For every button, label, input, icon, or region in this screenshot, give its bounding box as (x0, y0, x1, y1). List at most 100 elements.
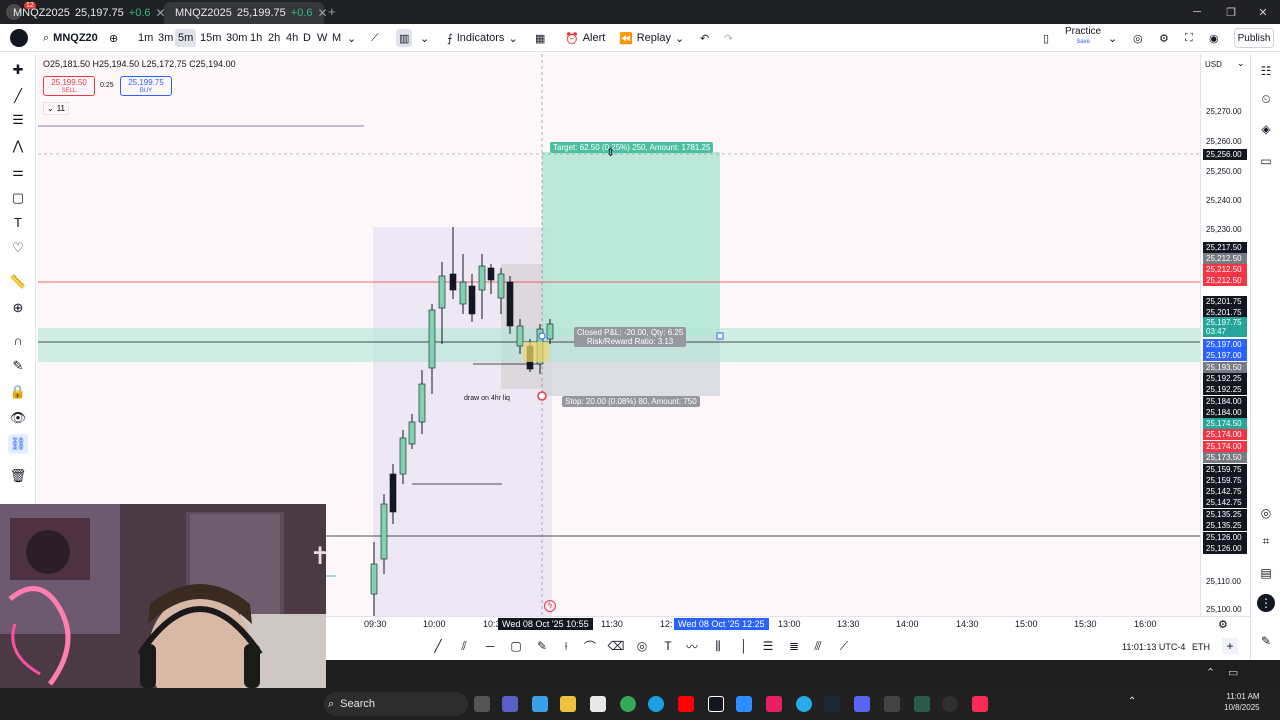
trend-line-icon[interactable]: ╱ (430, 638, 446, 654)
path-icon[interactable]: ⌒ (582, 638, 598, 654)
file-explorer-icon[interactable] (560, 696, 576, 712)
chat-icon[interactable]: ▭ (1257, 152, 1275, 170)
replay-button[interactable]: ⏪ Replay ⌄ (616, 29, 687, 47)
discord-icon[interactable] (854, 696, 870, 712)
symbol-search[interactable]: ⌕ MNQZ20 (40, 29, 101, 47)
trash-icon[interactable]: 🗑 (8, 466, 28, 486)
indicators-button[interactable]: ⨍ Indicators ⌄ (444, 29, 521, 47)
magnet-icon[interactable]: ∩ (8, 330, 28, 350)
edge-icon[interactable] (648, 696, 664, 712)
sell-button[interactable]: 25,199.50 SELL (43, 76, 95, 96)
time-axis[interactable]: 09:30 10:00 10:3 Wed 08 Oct '25 10:55 11… (326, 616, 1250, 632)
interval-dropdown-icon[interactable]: ⌄ (344, 29, 359, 47)
currency-dropdown-icon[interactable]: ⌄ (1237, 58, 1245, 69)
interval-4h[interactable]: 4h (283, 29, 301, 47)
maximize-icon[interactable]: ❐ (1214, 0, 1248, 24)
eye-icon[interactable]: 👁 (8, 408, 28, 428)
redo-icon[interactable]: ↷ (721, 29, 736, 47)
watchlist-icon[interactable]: ☷ (1257, 62, 1275, 80)
browser-tab-1[interactable]: MNQZ2025 25,197.75 +0.6 ✕ (2, 2, 166, 24)
pencil-icon[interactable]: ⟊ (558, 638, 574, 654)
brush-icon[interactable]: ✎ (534, 638, 550, 654)
task-view-icon[interactable] (474, 696, 490, 712)
snapshot-icon[interactable]: ◉ (1206, 29, 1222, 47)
practice-dropdown-icon[interactable]: ⌄ (1105, 29, 1120, 47)
tradingview-icon[interactable] (708, 696, 724, 712)
replay-marker-icon[interactable]: ϟ (544, 600, 556, 612)
interval-1h[interactable]: 1h (247, 29, 265, 47)
interval-5m[interactable]: 5m (175, 29, 197, 47)
text-icon[interactable]: T (660, 638, 676, 654)
new-tab-button[interactable]: + (328, 4, 336, 19)
shapes-icon[interactable]: ▢ (8, 188, 28, 208)
currency-label[interactable]: USD (1205, 60, 1222, 69)
candles-icon[interactable]: ▥ (396, 29, 413, 47)
parallel-channel-icon[interactable]: ⫻ (810, 638, 826, 654)
interval-w[interactable]: W (314, 29, 330, 47)
layout-toggle-icon[interactable]: ▯ (1040, 29, 1052, 47)
user-avatar[interactable] (10, 29, 28, 47)
scanner-icon[interactable]: ⌗ (1257, 532, 1275, 550)
line-chart-icon[interactable]: ⟋ (368, 29, 382, 47)
pitchfork-icon[interactable]: ⫽ (456, 638, 472, 654)
compare-symbol-icon[interactable]: ⊕ (106, 29, 121, 47)
fib-channel-icon[interactable]: ≣ (786, 638, 802, 654)
crosshair-icon[interactable]: ✚ (8, 60, 28, 80)
fib-icon[interactable]: ☰ (8, 110, 28, 130)
chrome-icon[interactable] (620, 696, 636, 712)
layouts-icon[interactable]: ▦ (532, 29, 548, 47)
close-tab-icon[interactable]: ✕ (318, 6, 328, 20)
ray-icon[interactable]: ⟋ (836, 638, 852, 654)
alert-button[interactable]: ⏰ Alert (562, 29, 608, 47)
quick-search-icon[interactable]: ◎ (1130, 29, 1146, 47)
stay-drawing-icon[interactable]: ✎ (8, 356, 28, 376)
browser-tab-2[interactable]: MNQZ2025 25,199.75 +0.6 ✕ (164, 2, 328, 24)
interval-3m[interactable]: 3m (155, 29, 176, 47)
app-icon-2[interactable] (914, 696, 930, 712)
apps-grid-icon[interactable]: ⋮ (1257, 594, 1275, 612)
tray-chevron-icon[interactable]: ⌃ (1128, 696, 1136, 707)
tiktok-icon[interactable] (972, 696, 988, 712)
ruler-icon[interactable]: 📏 (8, 272, 28, 292)
trend-line-icon[interactable]: ╱ (8, 86, 28, 106)
interval-m[interactable]: M (329, 29, 344, 47)
teams-icon[interactable] (502, 696, 518, 712)
icons-heart-icon[interactable]: ♡ (8, 238, 28, 258)
object-tree-icon[interactable]: ◈ (1257, 120, 1275, 138)
fib-retracement-icon[interactable]: ☰ (760, 638, 776, 654)
wave-icon[interactable]: 〰 (684, 638, 700, 654)
youtube-icon[interactable] (678, 696, 694, 712)
settings-icon[interactable]: ⚙ (1156, 29, 1172, 47)
circle-icon[interactable]: ◎ (634, 638, 650, 654)
horizontal-line-icon[interactable]: ─ (482, 638, 498, 654)
copilot-icon[interactable] (532, 696, 548, 712)
indicator-collapse-toggle[interactable]: ⌄ 11 (43, 102, 69, 115)
telegram-icon[interactable] (796, 696, 812, 712)
chart-clock[interactable]: 11:01:13 UTC-4 (1122, 642, 1185, 652)
interval-2h[interactable]: 2h (265, 29, 283, 47)
link-icon[interactable]: ⛓ (8, 434, 28, 454)
practice-account[interactable]: Practice Save (1062, 27, 1104, 49)
taskbar-search[interactable]: ⌕ Search (324, 692, 468, 716)
lock-icon[interactable]: 🔒 (8, 382, 28, 402)
system-clock[interactable]: 11:01 AM 10/8/2025 (1224, 691, 1260, 713)
notes-icon[interactable]: ✎ (1257, 632, 1275, 650)
text-icon[interactable]: T (8, 212, 28, 232)
store-icon[interactable] (590, 696, 606, 712)
collapse-panel-icon[interactable]: ⌃ (1206, 666, 1215, 679)
time-axis-settings-icon[interactable]: ⚙ (1218, 618, 1228, 631)
publish-button[interactable]: Publish (1234, 28, 1274, 48)
close-window-icon[interactable]: ✕ (1246, 0, 1280, 24)
interval-d[interactable]: D (300, 29, 314, 47)
calendar-icon[interactable]: ▤ (1257, 564, 1275, 582)
zoom-in-icon[interactable]: ⊕ (8, 298, 28, 318)
steam-icon[interactable] (824, 696, 840, 712)
undo-icon[interactable]: ↶ (697, 29, 712, 47)
price-axis[interactable]: USD ⌄ 25,270.00 25,260.00 25,256.00 25,250.… (1200, 54, 1248, 616)
rectangle-icon[interactable]: ▢ (508, 638, 524, 654)
chart-type-dropdown-icon[interactable]: ⌄ (417, 29, 432, 47)
eraser-icon[interactable]: ⌫ (608, 638, 625, 654)
add-tool-icon[interactable]: + (1222, 638, 1238, 654)
maximize-panel-icon[interactable]: ▭ (1228, 666, 1238, 679)
vertical-line-icon[interactable]: │ (736, 638, 752, 654)
